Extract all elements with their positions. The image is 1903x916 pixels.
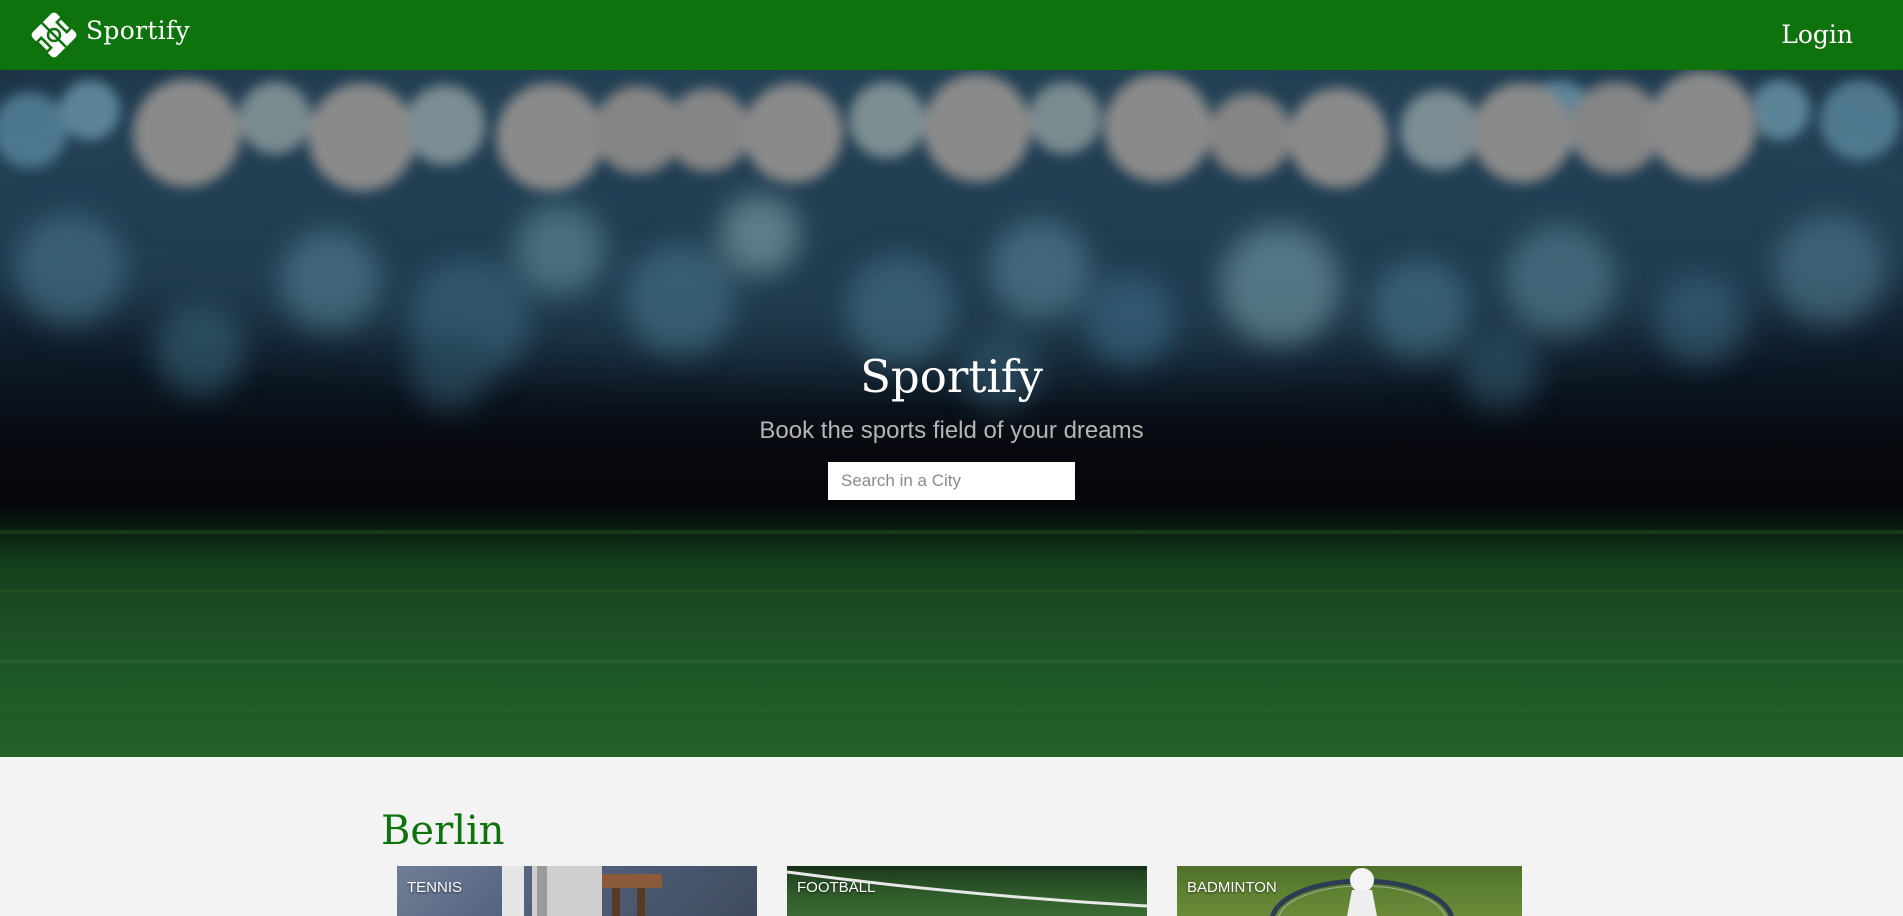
- soccer-field-logo-icon[interactable]: [28, 9, 80, 61]
- sport-card-tennis[interactable]: TENNIS: [397, 866, 757, 916]
- login-link[interactable]: Login: [1781, 20, 1853, 49]
- sport-card-label: TENNIS: [407, 879, 463, 896]
- hero-banner: Sportify Book the sports field of your d…: [0, 70, 1903, 757]
- hero-content: Sportify Book the sports field of your d…: [0, 70, 1903, 757]
- sport-card-badminton[interactable]: BADMINTON: [1177, 866, 1522, 916]
- sport-card-label: FOOTBALL: [797, 879, 876, 896]
- hero-subtitle: Book the sports field of your dreams: [759, 417, 1144, 444]
- city-search-input[interactable]: [828, 462, 1075, 500]
- city-heading: Berlin: [381, 808, 505, 854]
- hero-title: Sportify: [860, 350, 1043, 403]
- brand-name[interactable]: Sportify: [86, 16, 190, 45]
- sport-card-football[interactable]: FOOTBALL: [787, 866, 1147, 916]
- top-navbar: Sportify Login: [0, 0, 1903, 70]
- sport-card-label: BADMINTON: [1187, 879, 1277, 896]
